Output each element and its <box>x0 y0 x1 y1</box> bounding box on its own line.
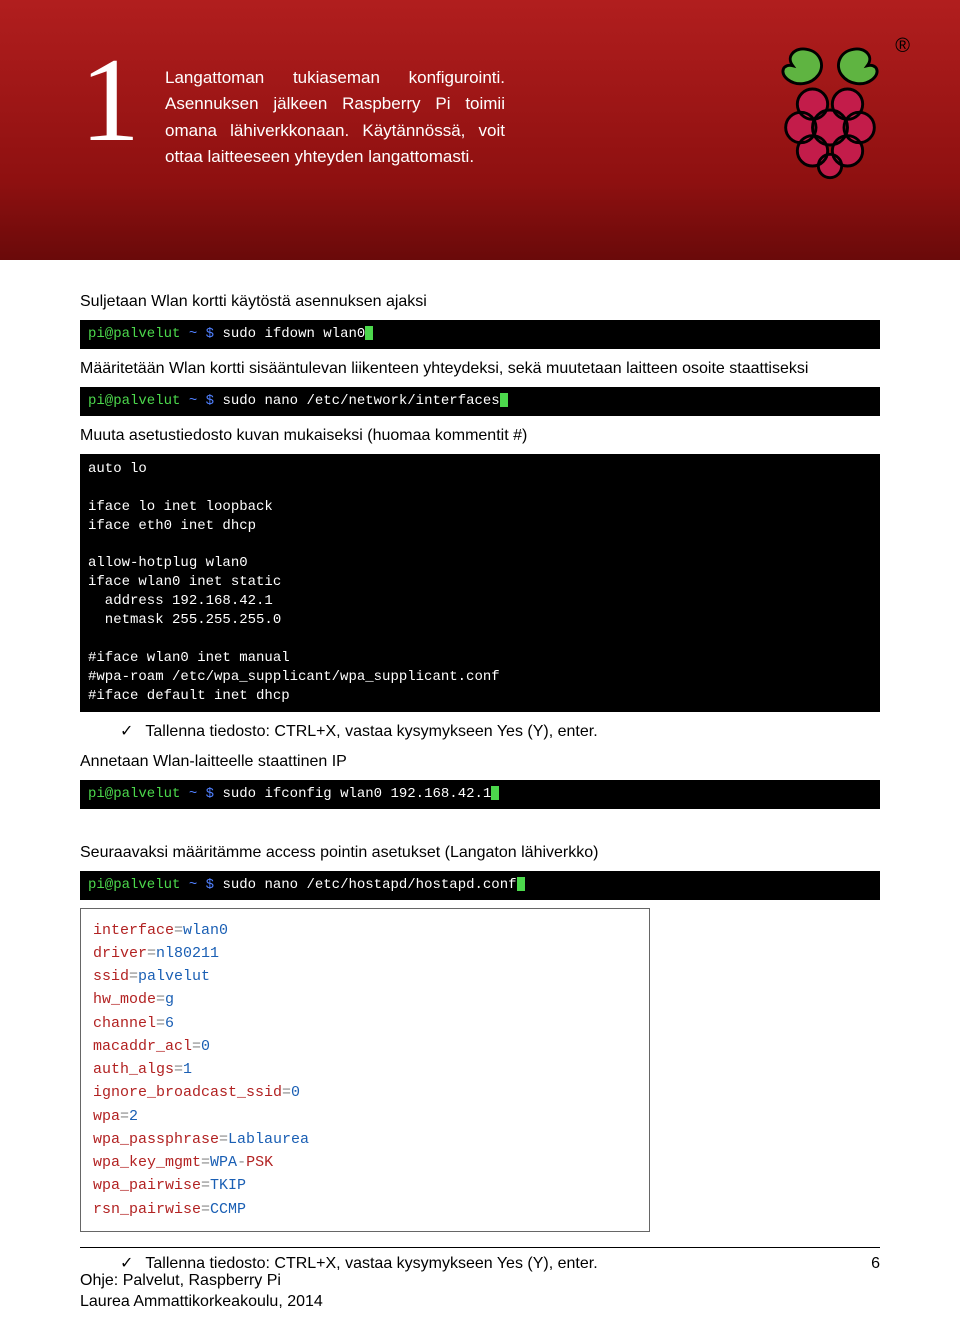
cursor-icon <box>517 877 525 891</box>
registered-mark: ® <box>895 35 910 58</box>
banner-description: Langattoman tukiaseman konfigurointi. As… <box>165 65 505 170</box>
header-banner: 1 Langattoman tukiaseman konfigurointi. … <box>0 0 960 260</box>
raspberry-pi-logo-icon <box>770 40 890 180</box>
config-line: driver=nl80211 <box>93 942 637 965</box>
footer-divider <box>80 1247 880 1248</box>
prompt-path: ~ $ <box>189 786 214 802</box>
paragraph: Määritetään Wlan kortti sisääntulevan li… <box>80 357 880 381</box>
config-line: wpa_key_mgmt=WPA-PSK <box>93 1151 637 1174</box>
config-line: channel=6 <box>93 1012 637 1035</box>
prompt-path: ~ $ <box>189 393 214 409</box>
prompt-user: pi@palvelut <box>88 326 180 342</box>
config-line: ssid=palvelut <box>93 965 637 988</box>
prompt-user: pi@palvelut <box>88 786 180 802</box>
terminal-line: pi@palvelut ~ $ sudo ifdown wlan0 <box>80 320 880 349</box>
config-line: wpa_pairwise=TKIP <box>93 1174 637 1197</box>
config-line: wpa_passphrase=Lablaurea <box>93 1128 637 1151</box>
config-line: ignore_broadcast_ssid=0 <box>93 1081 637 1104</box>
command-text: sudo ifdown wlan0 <box>222 326 365 342</box>
config-line: auth_algs=1 <box>93 1058 637 1081</box>
config-line: macaddr_acl=0 <box>93 1035 637 1058</box>
footer-line1: Ohje: Palvelut, Raspberry Pi <box>80 1272 281 1289</box>
page-number: 6 <box>871 1255 880 1273</box>
prompt-user: pi@palvelut <box>88 393 180 409</box>
config-line: interface=wlan0 <box>93 919 637 942</box>
prompt-path: ~ $ <box>189 326 214 342</box>
terminal-line: pi@palvelut ~ $ sudo ifconfig wlan0 192.… <box>80 780 880 809</box>
cursor-icon <box>500 393 508 407</box>
save-instruction: Tallenna tiedosto: CTRL+X, vastaa kysymy… <box>80 720 880 744</box>
prompt-user: pi@palvelut <box>88 877 180 893</box>
paragraph: Seuraavaksi määritämme access pointin as… <box>80 841 880 865</box>
footer-text: Ohje: Palvelut, Raspberry Pi Laurea Amma… <box>80 1271 323 1313</box>
command-text: sudo ifconfig wlan0 192.168.42.1 <box>222 786 491 802</box>
content-area: Suljetaan Wlan kortti käytöstä asennukse… <box>0 260 960 1276</box>
config-line: rsn_pairwise=CCMP <box>93 1198 637 1221</box>
command-text: sudo nano /etc/hostapd/hostapd.conf <box>222 877 516 893</box>
command-text: sudo nano /etc/network/interfaces <box>222 393 499 409</box>
hostapd-config-box: interface=wlan0driver=nl80211ssid=palvel… <box>80 908 650 1232</box>
interfaces-file-block: auto lo iface lo inet loopback iface eth… <box>80 454 880 712</box>
config-line: wpa=2 <box>93 1105 637 1128</box>
terminal-line: pi@palvelut ~ $ sudo nano /etc/network/i… <box>80 387 880 416</box>
cursor-icon <box>365 326 373 340</box>
paragraph: Muuta asetustiedosto kuvan mukaiseksi (h… <box>80 424 880 448</box>
cursor-icon <box>491 786 499 800</box>
step-number: 1 <box>80 40 140 160</box>
footer-line2: Laurea Ammattikorkeakoulu, 2014 <box>80 1293 323 1310</box>
paragraph: Annetaan Wlan-laitteelle staattinen IP <box>80 750 880 774</box>
terminal-line: pi@palvelut ~ $ sudo nano /etc/hostapd/h… <box>80 871 880 900</box>
prompt-path: ~ $ <box>189 877 214 893</box>
paragraph: Suljetaan Wlan kortti käytöstä asennukse… <box>80 290 880 314</box>
config-line: hw_mode=g <box>93 988 637 1011</box>
